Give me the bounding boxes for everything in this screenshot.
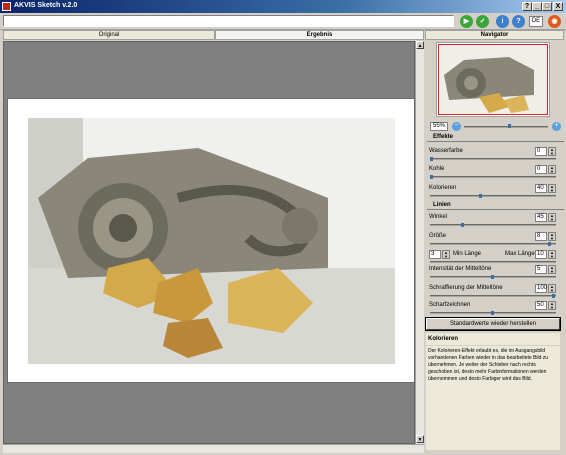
app-icon (2, 2, 11, 11)
zoom-in-icon[interactable]: + (552, 122, 561, 131)
zoom-row: 55% − + (428, 122, 564, 132)
apply-icon[interactable]: ✓ (476, 15, 489, 28)
window-title: AKVIS Sketch v.2.0 (14, 2, 78, 9)
scroll-down-icon[interactable]: ▼ (416, 435, 424, 443)
navigator-title: Navigator (425, 30, 564, 40)
toolbar: ▶ ✓ i ? DE ◉ (0, 13, 566, 30)
effekte-param-label: Wasserfarbe (429, 148, 463, 154)
linien-param-value-field[interactable]: 5 (535, 265, 547, 274)
linien-param-value-field[interactable]: 45 (535, 213, 547, 222)
scroll-up-icon[interactable]: ▲ (416, 41, 424, 49)
linien-param-spinner[interactable]: ▲ ▼ (548, 213, 556, 222)
run-icon[interactable]: ▶ (460, 15, 473, 28)
effekte-param-spinner[interactable]: ▲ ▼ (548, 184, 556, 193)
min-laenge-label: Min Länge (453, 251, 482, 257)
effekte-param-value-field[interactable]: 0 (535, 147, 547, 156)
language-button[interactable]: DE (529, 16, 543, 27)
help-window-button[interactable]: ? (522, 2, 532, 11)
path-field[interactable] (3, 15, 454, 27)
effekte-param-label: Kolorieren (429, 185, 457, 191)
linien-param-spinner[interactable]: ▲ ▼ (548, 265, 556, 274)
reset-defaults-button[interactable]: Standardwerte wieder herstellen (425, 317, 561, 331)
close-button[interactable]: X (553, 2, 563, 11)
navigator-thumbnail[interactable] (438, 44, 548, 115)
sketch-illustration (28, 118, 395, 364)
linien-param-spinner[interactable]: ▲ ▼ (548, 232, 556, 241)
maximize-button[interactable]: □ (542, 2, 552, 11)
max-laenge-field[interactable]: 10 (535, 250, 547, 259)
max-laenge-label: Max Länge (505, 251, 535, 257)
linien-param-label: Schraffierung der Mitteltöne (429, 285, 503, 291)
zoom-out-icon[interactable]: − (452, 122, 461, 131)
zoom-field[interactable]: 55% (430, 122, 448, 131)
linien-param-slider-thumb[interactable] (548, 242, 552, 246)
linien-param-label: Größe (429, 233, 447, 239)
laenge-slider[interactable] (430, 261, 556, 263)
max-laenge-spinner[interactable]: ▲ ▼ (548, 250, 556, 259)
help-text: Der Kolorieren-Effekt erlaubt es, die im… (426, 346, 560, 450)
effekte-param-slider-thumb[interactable] (478, 194, 482, 198)
linien-param-slider-thumb[interactable] (491, 311, 494, 315)
linien-param-label: Scharfzeichnen (429, 302, 471, 308)
zoom-slider[interactable] (464, 126, 548, 128)
effekte-param-spinner[interactable]: ▲ ▼ (548, 147, 556, 156)
help-icon[interactable]: ? (512, 15, 525, 28)
zoom-slider-thumb[interactable] (508, 124, 511, 128)
minimize-button[interactable]: _ (532, 2, 542, 11)
navigator-preview (439, 45, 547, 114)
sketch-image[interactable] (28, 118, 395, 364)
linien-param-value-field[interactable]: 8 (535, 232, 547, 241)
linien-param-slider-thumb[interactable] (552, 294, 555, 298)
min-laenge-field[interactable]: 3 (429, 250, 441, 259)
linien-param-value-field[interactable]: 100 (535, 284, 547, 293)
min-laenge-spinner[interactable]: ▲ ▼ (442, 250, 450, 259)
linien-param-slider-thumb[interactable] (491, 275, 494, 279)
linien-param-spinner[interactable]: ▲ ▼ (548, 284, 556, 293)
linien-param-value-field[interactable]: 50 (535, 301, 547, 310)
effekte-param-label: Kohle (429, 166, 445, 172)
akvis-icon[interactable]: ◉ (548, 15, 561, 28)
effekte-param-slider-thumb[interactable] (430, 175, 433, 179)
info-icon[interactable]: i (496, 15, 509, 28)
linien-param-slider[interactable] (430, 224, 556, 226)
tab-ergebnis[interactable]: Ergebnis (215, 30, 424, 40)
linien-param-label: Intensität der Mitteltöne (429, 266, 492, 272)
effekte-param-slider[interactable] (430, 195, 556, 197)
section-linien: Linien (427, 202, 564, 210)
effekte-param-value-field[interactable]: 40 (535, 184, 547, 193)
effekte-param-slider[interactable] (430, 176, 556, 178)
linien-param-spinner[interactable]: ▲ ▼ (548, 301, 556, 310)
vertical-scrollbar[interactable]: ▲ ▼ (415, 41, 424, 444)
effekte-param-spinner[interactable]: ▲ ▼ (548, 165, 556, 174)
section-effekte: Effekte (427, 134, 564, 142)
tab-original[interactable]: Original (3, 30, 215, 40)
effekte-param-value-field[interactable]: 0 (535, 165, 547, 174)
effekte-param-slider-thumb[interactable] (430, 157, 433, 161)
linien-param-slider-thumb[interactable] (460, 223, 464, 227)
help-title: Kolorieren (426, 333, 560, 345)
linien-param-label: Winkel (429, 214, 448, 220)
horizontal-scrollbar[interactable] (3, 444, 424, 453)
title-bar: AKVIS Sketch v.2.0 ? _ □ X (0, 0, 566, 13)
linien-param-slider[interactable] (430, 295, 556, 297)
linien-param-slider[interactable] (430, 243, 556, 245)
effekte-param-slider[interactable] (430, 158, 556, 160)
